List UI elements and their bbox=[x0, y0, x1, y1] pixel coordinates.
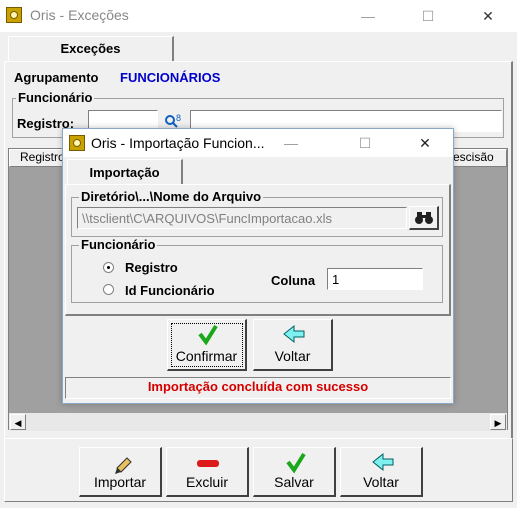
window-title: Oris - Exceções bbox=[30, 7, 129, 23]
confirmar-button[interactable]: Confirmar bbox=[167, 319, 247, 371]
dialog-funcionario-group-label: Funcionário bbox=[79, 237, 158, 252]
window-titlebar: Oris - Exceções — ☐ ✕ bbox=[0, 0, 517, 32]
excluir-button[interactable]: Excluir bbox=[166, 447, 249, 497]
maximize-button[interactable]: ☐ bbox=[406, 4, 450, 28]
file-path-field[interactable]: \\tsclient\C\ARQUIVOS\FuncImportacao.xls bbox=[77, 207, 407, 229]
importar-button[interactable]: Importar bbox=[79, 447, 162, 497]
dialog-voltar-button[interactable]: Voltar bbox=[253, 319, 333, 371]
binoculars-icon bbox=[414, 212, 433, 224]
minus-icon bbox=[167, 452, 247, 474]
dialog-close-button[interactable]: ✕ bbox=[403, 131, 447, 155]
pencil-icon bbox=[80, 452, 160, 474]
radio-id-funcionario[interactable] bbox=[103, 284, 114, 295]
scroll-left-icon[interactable]: ◀ bbox=[10, 414, 26, 430]
scroll-right-icon[interactable]: ▶ bbox=[490, 414, 506, 430]
coluna-input[interactable]: 1 bbox=[327, 268, 423, 290]
app-icon bbox=[6, 7, 22, 23]
status-message: Importação concluída com sucesso bbox=[65, 377, 451, 399]
browse-button[interactable] bbox=[409, 206, 439, 230]
coluna-label: Coluna bbox=[271, 273, 316, 288]
funcionario-group-label: Funcionário bbox=[16, 90, 95, 105]
dialog-title: Oris - Importação Funcion... bbox=[91, 135, 265, 151]
arrow-left-icon bbox=[254, 324, 331, 346]
horizontal-scrollbar[interactable] bbox=[9, 413, 507, 431]
checkmark-icon bbox=[168, 324, 245, 346]
tab-importacao[interactable]: Importação bbox=[67, 159, 183, 185]
agrupamento-value: FUNCIONÁRIOS bbox=[120, 70, 221, 85]
dialog-minimize-button[interactable]: — bbox=[269, 131, 313, 155]
checkmark-icon bbox=[254, 452, 334, 474]
svg-text:8: 8 bbox=[176, 113, 181, 123]
directory-group-label: Diretório\...\Nome do Arquivo bbox=[79, 189, 264, 204]
radio-registro[interactable] bbox=[103, 262, 114, 273]
import-dialog: Oris - Importação Funcion... — ☐ ✕ Impor… bbox=[62, 128, 454, 404]
salvar-button[interactable]: Salvar bbox=[253, 447, 336, 497]
minimize-button[interactable]: — bbox=[346, 4, 390, 28]
voltar-button[interactable]: Voltar bbox=[340, 447, 423, 497]
dialog-app-icon bbox=[69, 135, 85, 151]
arrow-left-icon bbox=[341, 452, 421, 474]
radio-registro-label[interactable]: Registro bbox=[125, 260, 178, 275]
agrupamento-label: Agrupamento bbox=[14, 70, 99, 85]
dialog-maximize-button[interactable]: ☐ bbox=[343, 131, 387, 155]
tab-excecoes[interactable]: Exceções bbox=[8, 36, 174, 62]
close-button[interactable]: ✕ bbox=[466, 4, 510, 28]
radio-id-funcionario-label[interactable]: Id Funcionário bbox=[125, 283, 215, 298]
dialog-titlebar: Oris - Importação Funcion... — ☐ ✕ bbox=[63, 129, 453, 157]
